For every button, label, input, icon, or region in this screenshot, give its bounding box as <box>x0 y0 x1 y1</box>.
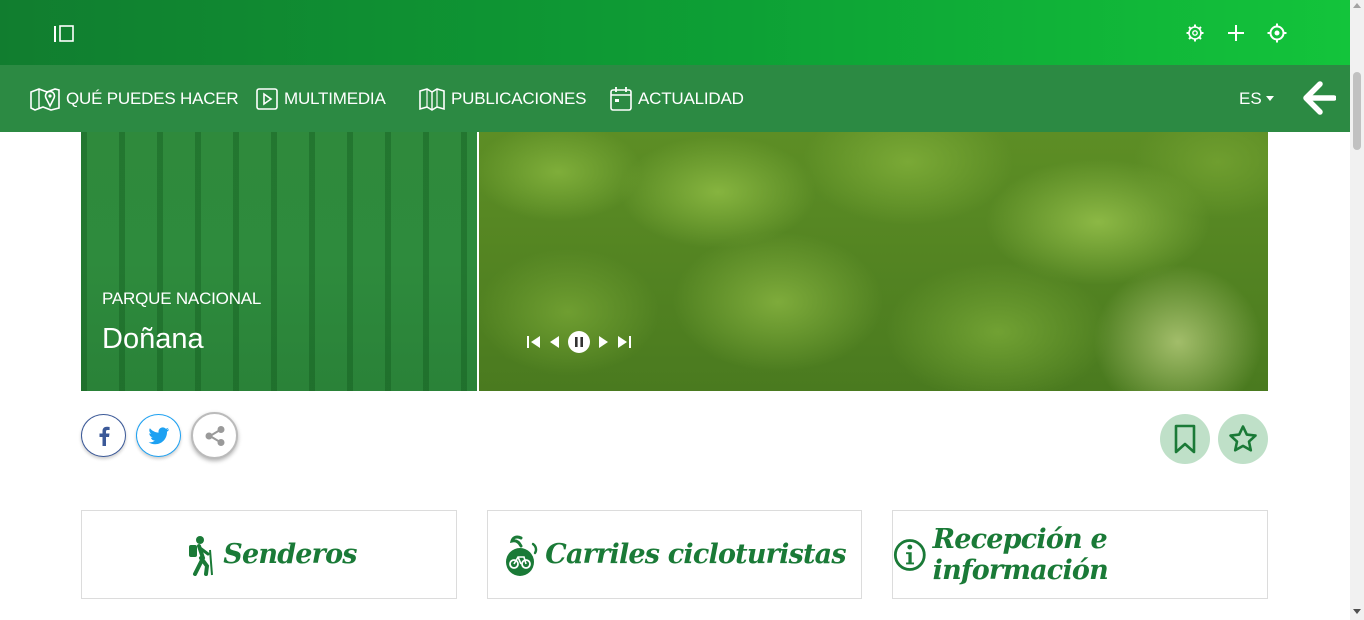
bookmark-icon <box>1174 424 1196 454</box>
card-senderos[interactable]: Senderos <box>81 510 457 599</box>
nav-label: ACTUALIDAD <box>638 88 744 108</box>
star-icon <box>1229 425 1257 452</box>
language-label: ES <box>1239 88 1262 108</box>
nav-item-publicaciones[interactable]: PUBLICACIONES <box>419 65 587 132</box>
page-scrollbar[interactable] <box>1350 0 1364 620</box>
scroll-down-icon[interactable] <box>1353 609 1361 614</box>
crosshair-icon[interactable] <box>1266 22 1288 44</box>
main-nav: QUÉ PUEDES HACER MULTIMEDIA PUBLICACIONE… <box>0 65 1350 132</box>
card-label: Recepción e información <box>932 523 1109 586</box>
share-more-button[interactable] <box>191 412 238 459</box>
info-icon <box>893 538 926 571</box>
map-pin-icon <box>30 87 60 111</box>
card-recepcion-informacion[interactable]: Recepción e información <box>892 510 1268 599</box>
hero-title: Doñana <box>102 323 204 355</box>
scroll-up-icon[interactable] <box>1353 3 1361 8</box>
play-icon <box>256 87 278 110</box>
hero-title-panel: PARQUE NACIONAL Doñana <box>81 132 477 391</box>
scroll-thumb[interactable] <box>1353 72 1361 150</box>
plus-icon[interactable] <box>1225 22 1247 44</box>
nav-label: PUBLICACIONES <box>451 88 587 108</box>
nav-label: QUÉ PUEDES HACER <box>66 88 239 108</box>
next-icon[interactable] <box>598 334 609 350</box>
book-icon <box>419 87 445 111</box>
arrow-left-icon[interactable] <box>1302 81 1336 115</box>
bike-icon <box>506 535 538 576</box>
calendar-icon <box>610 86 632 111</box>
twitter-share-button[interactable] <box>136 414 181 457</box>
card-label: Carriles cicloturistas <box>545 539 846 570</box>
facebook-share-button[interactable] <box>81 414 126 457</box>
slider-controls <box>526 330 632 354</box>
first-icon[interactable] <box>526 334 542 350</box>
caret-down-icon <box>1265 96 1274 101</box>
hero-slider: PARQUE NACIONAL Doñana <box>81 132 1268 391</box>
pause-icon[interactable] <box>567 330 591 354</box>
hero-subtitle: PARQUE NACIONAL <box>102 289 262 308</box>
hiker-icon <box>189 535 214 576</box>
nav-item-actualidad[interactable]: ACTUALIDAD <box>610 65 744 132</box>
prev-icon[interactable] <box>549 334 560 350</box>
twitter-icon <box>148 426 169 444</box>
top-bar <box>0 0 1350 65</box>
sidebar-toggle-icon[interactable] <box>53 24 75 43</box>
nav-label: MULTIMEDIA <box>284 88 386 108</box>
card-carriles-cicloturistas[interactable]: Carriles cicloturistas <box>487 510 862 599</box>
last-icon[interactable] <box>616 334 632 350</box>
favorite-button[interactable] <box>1218 414 1268 464</box>
card-label: Senderos <box>223 539 357 570</box>
hero-divider <box>477 132 479 391</box>
share-icon <box>205 425 224 446</box>
nav-item-multimedia[interactable]: MULTIMEDIA <box>256 65 386 132</box>
facebook-icon <box>99 426 110 446</box>
gear-icon[interactable] <box>1184 22 1206 44</box>
bookmark-button[interactable] <box>1160 414 1210 464</box>
language-selector[interactable]: ES <box>1239 65 1274 132</box>
nav-item-que-puedes-hacer[interactable]: QUÉ PUEDES HACER <box>30 65 239 132</box>
